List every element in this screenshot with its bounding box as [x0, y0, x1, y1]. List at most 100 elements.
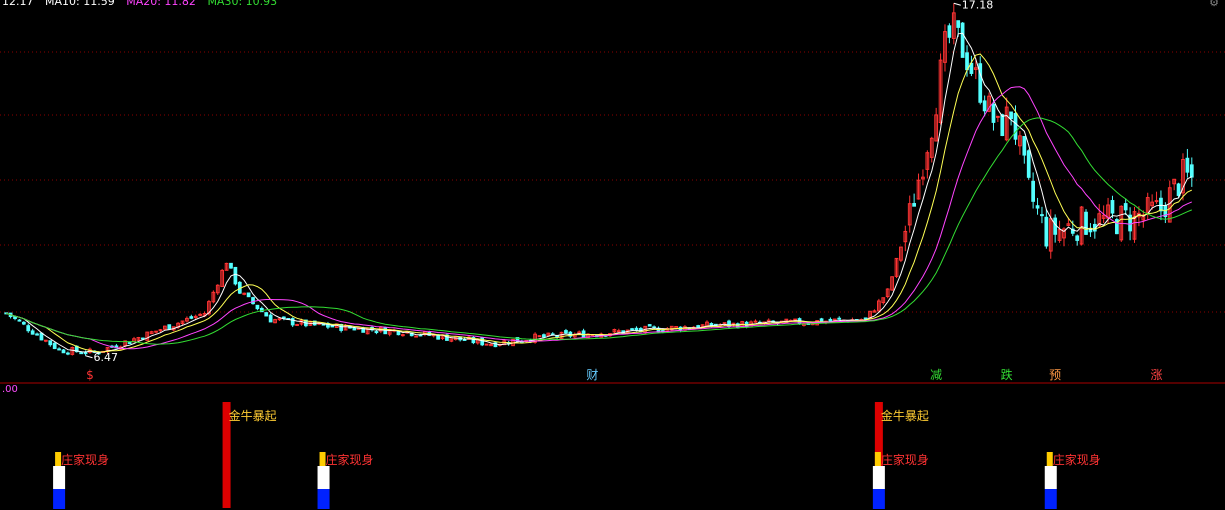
kline-chart[interactable]: 17.18 6.47$ 财 减 跌 预 涨金牛暴起 金牛暴起庄家现身 庄家现身 庄家现身 庄家现身 [0, 0, 1225, 510]
candle-body [1176, 183, 1181, 196]
candle-body [83, 351, 88, 355]
signal-marker: 跌 [1001, 367, 1013, 382]
candle-body [52, 342, 57, 350]
candle-body [1031, 180, 1035, 202]
candle-body [634, 327, 639, 331]
high-price-label: 17.18 [962, 0, 994, 11]
candle-body [753, 320, 758, 323]
candle-body [26, 325, 31, 332]
candle-body [79, 352, 83, 355]
zhuangjia-white [317, 466, 330, 489]
candle-body [1123, 203, 1128, 211]
zhuangjia-white [1044, 466, 1057, 489]
signal-marker: 预 [1049, 368, 1061, 382]
candle-body [401, 334, 405, 337]
candle-body [616, 330, 621, 333]
candle-body [198, 313, 202, 316]
candle-body [48, 340, 53, 346]
candle-body [1044, 216, 1049, 247]
jinniu-label: 金牛暴起 [229, 408, 277, 423]
candle-body [960, 22, 965, 58]
candle-body [127, 342, 132, 345]
candle-body [282, 316, 286, 319]
candle-body [1075, 235, 1080, 241]
candle-body [66, 352, 70, 355]
candle-body [1009, 111, 1013, 120]
candle-body [277, 318, 282, 321]
candle-body [555, 335, 559, 338]
candle-body [229, 262, 233, 269]
candle-body [1053, 217, 1058, 235]
candle-body [21, 321, 26, 325]
candle-body [630, 328, 634, 331]
high-price-pointer [953, 2, 961, 6]
candle-body [991, 103, 996, 123]
candle-body [1084, 211, 1088, 235]
candle-body [352, 327, 357, 331]
candle-body [1035, 205, 1040, 209]
candle-body [414, 335, 418, 338]
candle-body [1000, 114, 1005, 136]
zhuangjia-label: 庄家现身 [326, 452, 374, 467]
candle-body [189, 316, 194, 319]
candle-body [542, 334, 546, 338]
zhuangjia-label: 庄家现身 [1053, 452, 1101, 467]
candle-body [484, 343, 489, 346]
candle-body [828, 318, 833, 322]
candle-body [251, 297, 255, 305]
candle-body [1040, 214, 1044, 217]
candle-body [1154, 200, 1159, 203]
candle-body [647, 324, 652, 327]
candle-body [564, 330, 568, 334]
candle-body [912, 203, 916, 207]
zhuangjia-blue [53, 489, 66, 509]
zhuangjia-blue [872, 489, 885, 509]
zhuangjia-blue [317, 489, 330, 509]
candle-body [57, 348, 61, 351]
candle-body [793, 318, 797, 321]
candle-body [233, 266, 238, 285]
candle-body [13, 316, 17, 320]
candle-body [295, 323, 299, 326]
candle-body [1110, 200, 1115, 214]
candle-body [1185, 157, 1190, 173]
candle-body [30, 330, 35, 335]
candle-body [246, 292, 251, 298]
low-price-pointer [85, 355, 93, 359]
candle-body [167, 324, 172, 330]
ma30-line [6, 117, 1192, 345]
candle-body [982, 100, 987, 112]
candle-body [268, 314, 273, 323]
zhuangjia-blue [1044, 489, 1057, 509]
ma5-line [6, 32, 1193, 353]
zhuangjia-white [53, 466, 66, 489]
signal-marker: $ [86, 368, 94, 382]
candle-body [39, 332, 44, 341]
candle-body [374, 331, 379, 334]
zhuangjia-white [872, 466, 885, 489]
jinniu-label: 金牛暴起 [881, 408, 929, 423]
candle-body [1189, 164, 1194, 178]
candle-body [154, 330, 158, 333]
signal-marker: 财 [586, 368, 598, 382]
signal-marker: 涨 [1151, 367, 1163, 382]
candle-body [61, 349, 66, 354]
candle-body [255, 304, 260, 310]
candle-body [1013, 112, 1018, 140]
candle-body [537, 335, 542, 338]
candle-body [837, 317, 842, 320]
low-price-label: 6.47 [94, 351, 119, 364]
zhuangjia-label: 庄家现身 [61, 452, 109, 467]
candle-body [1159, 197, 1163, 212]
candle-body [35, 333, 39, 336]
candle-body [1026, 150, 1031, 178]
signal-marker: 减 [930, 368, 942, 382]
candle-body [17, 319, 22, 322]
candle-body [947, 25, 952, 38]
candle-body [965, 52, 969, 71]
candle-body [996, 115, 1000, 118]
candle-body [44, 339, 48, 342]
candle-body [158, 329, 163, 332]
zhuangjia-label: 庄家现身 [881, 452, 929, 467]
candle-body [863, 317, 868, 320]
